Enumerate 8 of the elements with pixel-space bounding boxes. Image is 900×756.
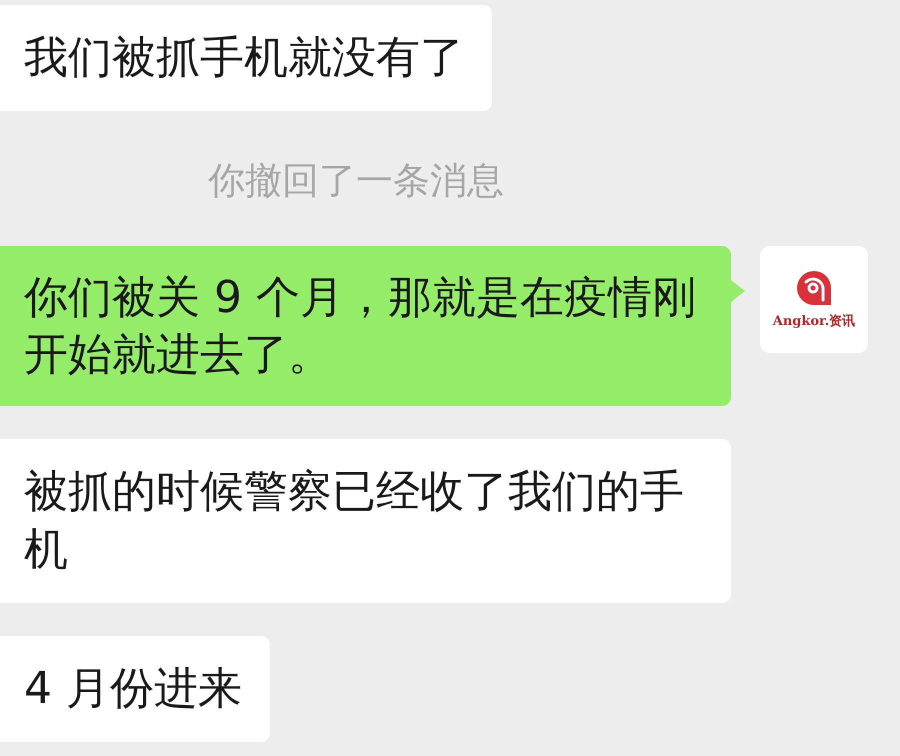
avatar[interactable]: Angkor.资讯 [760,246,868,353]
message-bubble: 我们被抓手机就没有了 [0,5,492,111]
logo-icon [796,270,832,306]
recall-notice: 你撤回了一条消息 [208,158,504,204]
message-bubble: 被抓的时候警察已经收了我们的手机 [0,439,731,603]
message-bubble: 4 月份进来 [0,636,270,742]
message-bubble: 你们被关 9 个月，那就是在疫情刚开始就进去了。 [0,246,745,406]
avatar-label: Angkor.资讯 [772,314,856,330]
